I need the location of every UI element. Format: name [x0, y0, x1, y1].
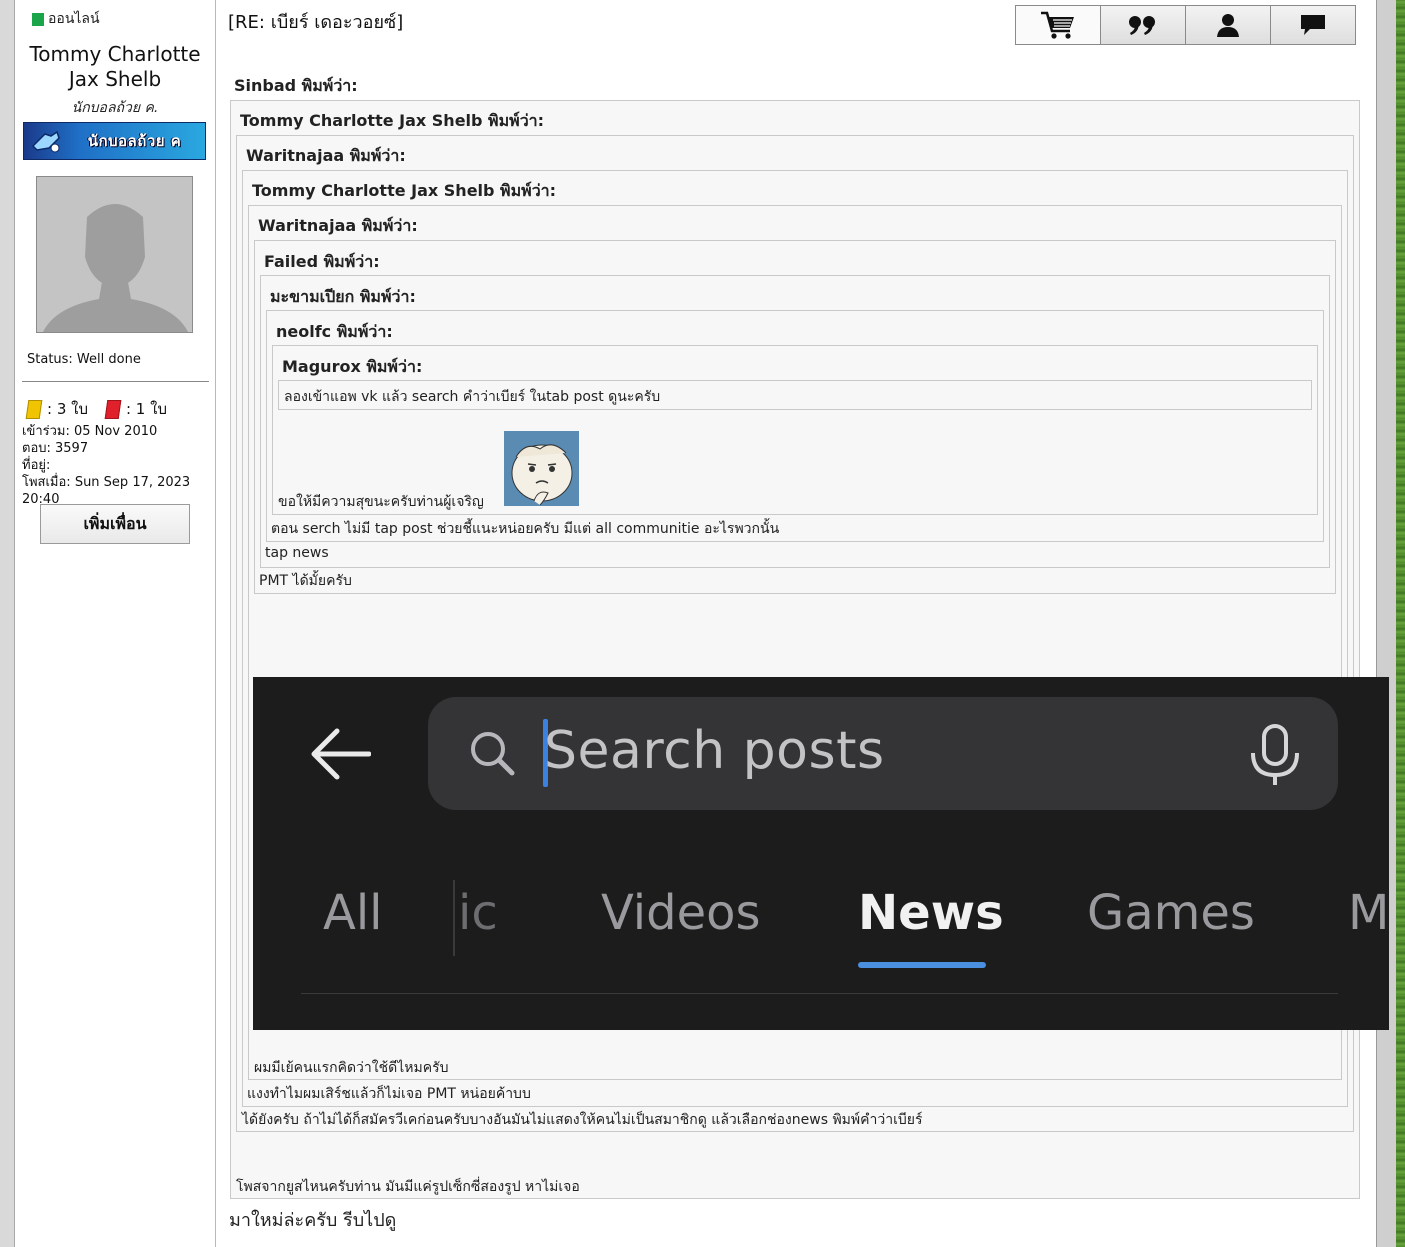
tab-games: Games — [1087, 885, 1255, 941]
page-left-gutter — [0, 0, 14, 1247]
user-status: Status: Well done — [27, 352, 141, 367]
yellow-card-icon — [25, 399, 43, 419]
quote-text: PMT ได้มั้ยครับ — [259, 573, 352, 589]
avatar[interactable] — [36, 176, 193, 333]
quote-text: ได้ยังครับ ถ้าไม่ได้ก็สมัครวีเคก่อนครับบ… — [242, 1112, 923, 1128]
username[interactable]: Tommy Charlotte Jax Shelb — [15, 42, 215, 92]
quote-header: Failed พิมพ์ว่า: — [264, 252, 380, 271]
quote-header: Tommy Charlotte Jax Shelb พิมพ์ว่า: — [252, 181, 557, 200]
tab-partial: ic — [458, 885, 498, 941]
quote-header: Tommy Charlotte Jax Shelb พิมพ์ว่า: — [240, 111, 545, 130]
online-status: ออนไลน์ — [32, 8, 100, 30]
quote-text: ขอให้มีความสุขนะครับท่านผู้เจริญ — [278, 494, 484, 510]
tab-all: All — [323, 885, 383, 941]
post-time: โพสเมื่อ: Sun Sep 17, 2023 20:40 — [22, 475, 191, 507]
reply-count: ตอบ: 3597 — [22, 441, 89, 456]
background-grass — [1396, 0, 1405, 1247]
cart-button[interactable] — [1015, 5, 1101, 45]
search-icon — [468, 729, 516, 781]
quote-header: Waritnajaa พิมพ์ว่า: — [258, 216, 418, 235]
quote-button[interactable] — [1100, 5, 1186, 45]
cart-icon — [1039, 9, 1077, 41]
quote-text: ตอน serch ไม่มี tap post ช่วยชี้แนะหน่อย… — [271, 521, 780, 537]
quote-box — [272, 345, 1318, 515]
active-tab-indicator — [858, 962, 986, 968]
quote-text: tap news — [265, 545, 329, 561]
search-bar: Search posts — [428, 697, 1338, 810]
search-tabs: All ic Videos News Games M — [253, 885, 1389, 945]
quote-header: neolfc พิมพ์ว่า: — [276, 322, 393, 341]
user-sidebar: ออนไลน์ Tommy Charlotte Jax Shelb นักบอล… — [15, 0, 216, 1247]
quote-header: Sinbad พิมพ์ว่า: — [234, 76, 358, 95]
back-arrow-icon — [309, 727, 372, 785]
scrollbar-track[interactable] — [1376, 0, 1397, 1247]
quote-text: แงงทำไมผมเสิร์ชแล้วก็ไม่เจอ PMT หน่อยค้า… — [247, 1086, 531, 1102]
quote-header: Waritnajaa พิมพ์ว่า: — [246, 146, 406, 165]
emoticon-image — [504, 431, 579, 506]
reply-text: มาใหม่ล่ะครับ รีบไปดู — [229, 1210, 397, 1231]
divider — [301, 993, 1338, 994]
search-placeholder: Search posts — [544, 721, 885, 781]
embedded-screenshot: Search posts All ic Videos News Games M — [253, 677, 1389, 1030]
quote-text: ลองเข้าแอพ vk แล้ว search คำว่าเบียร์ ใน… — [284, 389, 661, 405]
post-toolbar — [1015, 5, 1356, 45]
online-dot-icon — [32, 12, 44, 26]
football-boot-icon — [28, 123, 64, 159]
card-counts: : 3 ใบ : 1 ใบ — [25, 397, 167, 421]
location: ที่อยู่: — [22, 458, 51, 473]
tab-news: News — [858, 885, 1004, 941]
user-icon — [1217, 13, 1239, 37]
message-icon — [1300, 14, 1326, 36]
quote-icon — [1128, 14, 1158, 36]
quote-text: ผมมีเย้คนแรกคิดว่าใช้ดีไหมครับ — [254, 1060, 449, 1076]
joined-date: เข้าร่วม: 05 Nov 2010 — [22, 424, 158, 439]
red-card-icon — [104, 399, 122, 419]
user-rank: นักบอลถ้วย ค. — [71, 100, 159, 116]
quote-header: Magurox พิมพ์ว่า: — [282, 357, 423, 376]
divider — [22, 381, 209, 382]
quote-text: โพสจากยูสไหนครับท่าน มันมีแค่รูปเซ็กซี่ส… — [236, 1179, 580, 1195]
add-friend-button[interactable]: เพิ่มเพื่อน — [40, 504, 190, 544]
rank-banner: นักบอลถ้วย ค — [23, 122, 206, 160]
quote-header: มะขามเปียก พิมพ์ว่า: — [270, 287, 416, 306]
profile-button[interactable] — [1185, 5, 1271, 45]
post-title: [RE: เบียร์ เดอะวอยซ์] — [228, 12, 404, 33]
tab-more: M — [1348, 885, 1389, 941]
message-button[interactable] — [1270, 5, 1356, 45]
microphone-icon — [1248, 723, 1302, 793]
tab-videos: Videos — [601, 885, 761, 941]
